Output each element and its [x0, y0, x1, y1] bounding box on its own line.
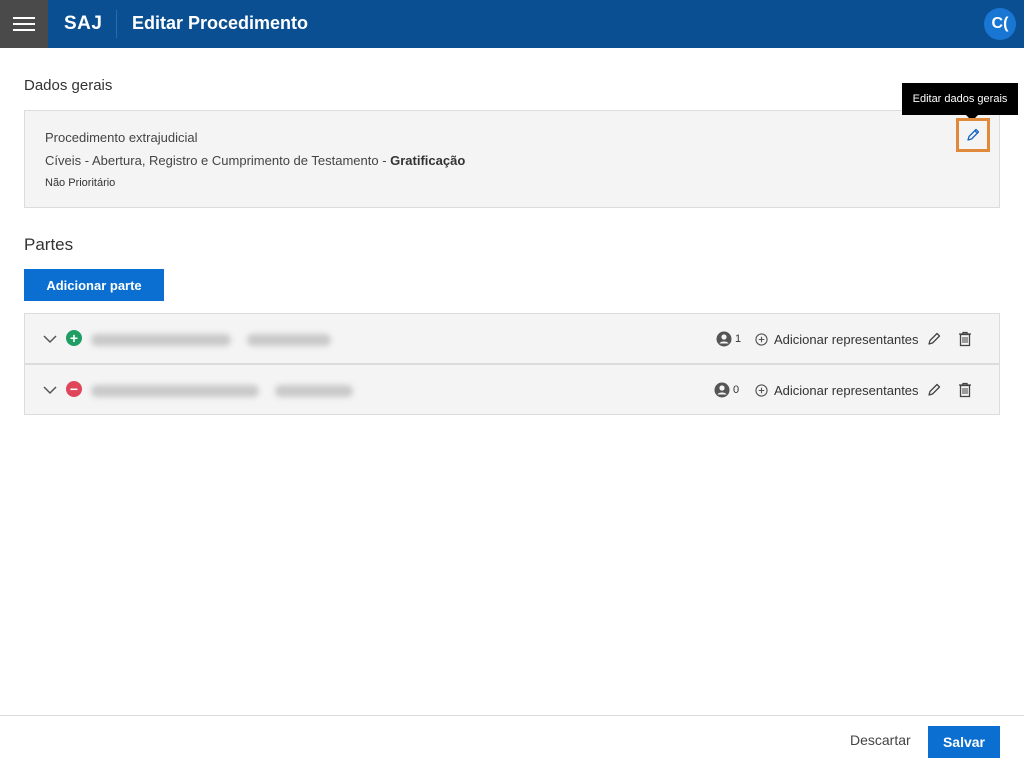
header-divider — [116, 10, 117, 38]
party-name-redacted — [91, 385, 259, 397]
procedure-subject: Gratificação — [390, 153, 466, 168]
party-row: − 0 Adicionar representantes — [24, 364, 1000, 415]
add-representatives-label: Adicionar representantes — [774, 331, 919, 347]
page-title: Editar Procedimento — [132, 13, 309, 33]
add-representatives-label: Adicionar representantes — [774, 382, 919, 398]
procedure-class-text: Cíveis - Abertura, Registro e Cumpriment… — [45, 153, 391, 168]
party-role-redacted — [275, 385, 353, 397]
plus-circle-outline-icon — [755, 383, 768, 397]
person-icon — [716, 331, 732, 347]
save-button[interactable]: Salvar — [928, 726, 1000, 758]
discard-button[interactable]: Descartar — [850, 732, 911, 748]
hamburger-menu-icon[interactable] — [0, 0, 48, 48]
trash-icon — [959, 331, 971, 347]
chevron-down-icon[interactable] — [43, 383, 57, 397]
user-avatar[interactable]: C( — [984, 8, 1016, 40]
plus-circle-icon: + — [66, 330, 82, 346]
footer-divider — [0, 715, 1024, 716]
trash-icon — [959, 382, 971, 398]
brand-logo: SAJ — [64, 13, 103, 34]
edit-party-button[interactable] — [924, 329, 944, 349]
pencil-icon — [967, 128, 980, 141]
add-representatives-button[interactable]: Adicionar representantes — [755, 381, 919, 399]
pencil-icon — [928, 332, 941, 345]
party-role-redacted — [247, 334, 331, 346]
section-title-dados-gerais: Dados gerais — [24, 77, 113, 94]
edit-tooltip: Editar dados gerais — [902, 83, 1018, 121]
dados-gerais-card: Procedimento extrajudicial Cíveis - Aber… — [24, 110, 1000, 208]
person-icon — [714, 382, 730, 398]
add-representatives-button[interactable]: Adicionar representantes — [755, 330, 919, 348]
add-party-button[interactable]: Adicionar parte — [24, 269, 164, 301]
pencil-icon — [928, 383, 941, 396]
delete-party-button[interactable] — [955, 329, 975, 349]
chevron-down-icon[interactable] — [43, 332, 57, 346]
edit-party-button[interactable] — [924, 380, 944, 400]
representative-count: 0 — [733, 384, 740, 396]
party-name-redacted — [91, 334, 231, 346]
plus-circle-outline-icon — [755, 332, 768, 346]
representative-count: 1 — [735, 333, 742, 345]
delete-party-button[interactable] — [955, 380, 975, 400]
procedure-type: Procedimento extrajudicial — [45, 130, 198, 145]
section-title-partes: Partes — [24, 235, 74, 254]
edit-dados-gerais-button[interactable] — [956, 118, 990, 152]
party-row: + 1 Adicionar representantes — [24, 313, 1000, 364]
top-app-bar: SAJ Editar Procedimento C( — [0, 0, 1024, 48]
procedure-class: Cíveis - Abertura, Registro e Cumpriment… — [45, 153, 465, 168]
priority-label: Não Prioritário — [45, 177, 116, 189]
minus-circle-icon: − — [66, 381, 82, 397]
